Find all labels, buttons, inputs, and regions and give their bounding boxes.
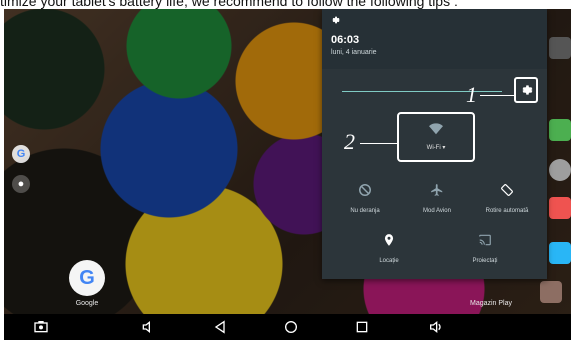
edge-app-icon-6[interactable] [540, 281, 562, 303]
callout-line-2 [360, 143, 397, 144]
settings-gear-small-icon[interactable] [330, 15, 340, 25]
google-app-label: Google [75, 300, 99, 307]
screenshot-icon[interactable] [33, 319, 49, 335]
cast-icon [479, 234, 491, 246]
back-icon[interactable] [212, 319, 228, 335]
volume-up-icon[interactable] [428, 319, 444, 335]
play-store-label: Magazin Play [469, 300, 513, 307]
location-tile[interactable]: Locație [354, 231, 424, 264]
edge-app-icon-2[interactable] [549, 119, 571, 141]
navigation-bar [4, 314, 571, 340]
brightness-slider[interactable] [342, 91, 502, 92]
edge-app-icon-1[interactable] [549, 37, 571, 59]
settings-button[interactable] [514, 77, 538, 103]
recent-apps-icon[interactable] [354, 319, 370, 335]
quick-settings-panel: 06:03 luni, 4 ianuarie Wi-Fi ▾ Nu deranj… [322, 9, 547, 279]
callout-line-1 [480, 95, 514, 96]
edge-app-icon-5[interactable] [549, 242, 571, 264]
auto-rotate-tile[interactable]: Rotire automată [472, 181, 542, 214]
auto-rotate-icon [501, 184, 513, 196]
cast-label: Proiectați [472, 258, 498, 264]
clock-date: luni, 4 ianuarie [331, 49, 377, 56]
home-icon[interactable] [283, 319, 299, 335]
wifi-icon [429, 123, 443, 135]
location-icon [384, 234, 394, 246]
google-search-widget-icon[interactable]: G [12, 145, 30, 163]
google-app[interactable]: G Google [62, 260, 112, 307]
microphone-icon[interactable]: ● [12, 175, 30, 193]
airplane-mode-tile[interactable]: Mod Avion [402, 181, 472, 214]
airplane-mode-label: Mod Avion [423, 208, 451, 214]
do-not-disturb-icon [359, 184, 371, 196]
callout-number-1: 1 [466, 82, 477, 107]
wifi-tile-label: Wi-Fi ▾ [426, 145, 446, 151]
location-label: Locație [379, 258, 399, 264]
do-not-disturb-tile[interactable]: Nu deranja [330, 181, 400, 214]
cast-tile[interactable]: Proiectați [450, 231, 520, 264]
wifi-tile[interactable]: Wi-Fi ▾ [397, 112, 475, 162]
auto-rotate-label: Rotire automată [485, 208, 529, 214]
instruction-text: timize your tablet's battery life, we re… [0, 0, 458, 9]
clock-time: 06:03 [331, 34, 360, 46]
callout-number-2: 2 [344, 129, 355, 154]
tablet-screen: G ● G Google Magazin Play 06:03 luni, 4 … [4, 9, 571, 340]
edge-app-icon-4[interactable] [549, 197, 571, 219]
volume-down-icon[interactable] [140, 319, 156, 335]
airplane-icon [431, 184, 443, 196]
settings-gear-icon [522, 85, 533, 95]
do-not-disturb-label: Nu deranja [350, 208, 380, 214]
google-app-icon: G [69, 260, 105, 296]
edge-app-icon-3[interactable] [549, 159, 571, 181]
quick-settings-header: 06:03 luni, 4 ianuarie [322, 9, 547, 69]
